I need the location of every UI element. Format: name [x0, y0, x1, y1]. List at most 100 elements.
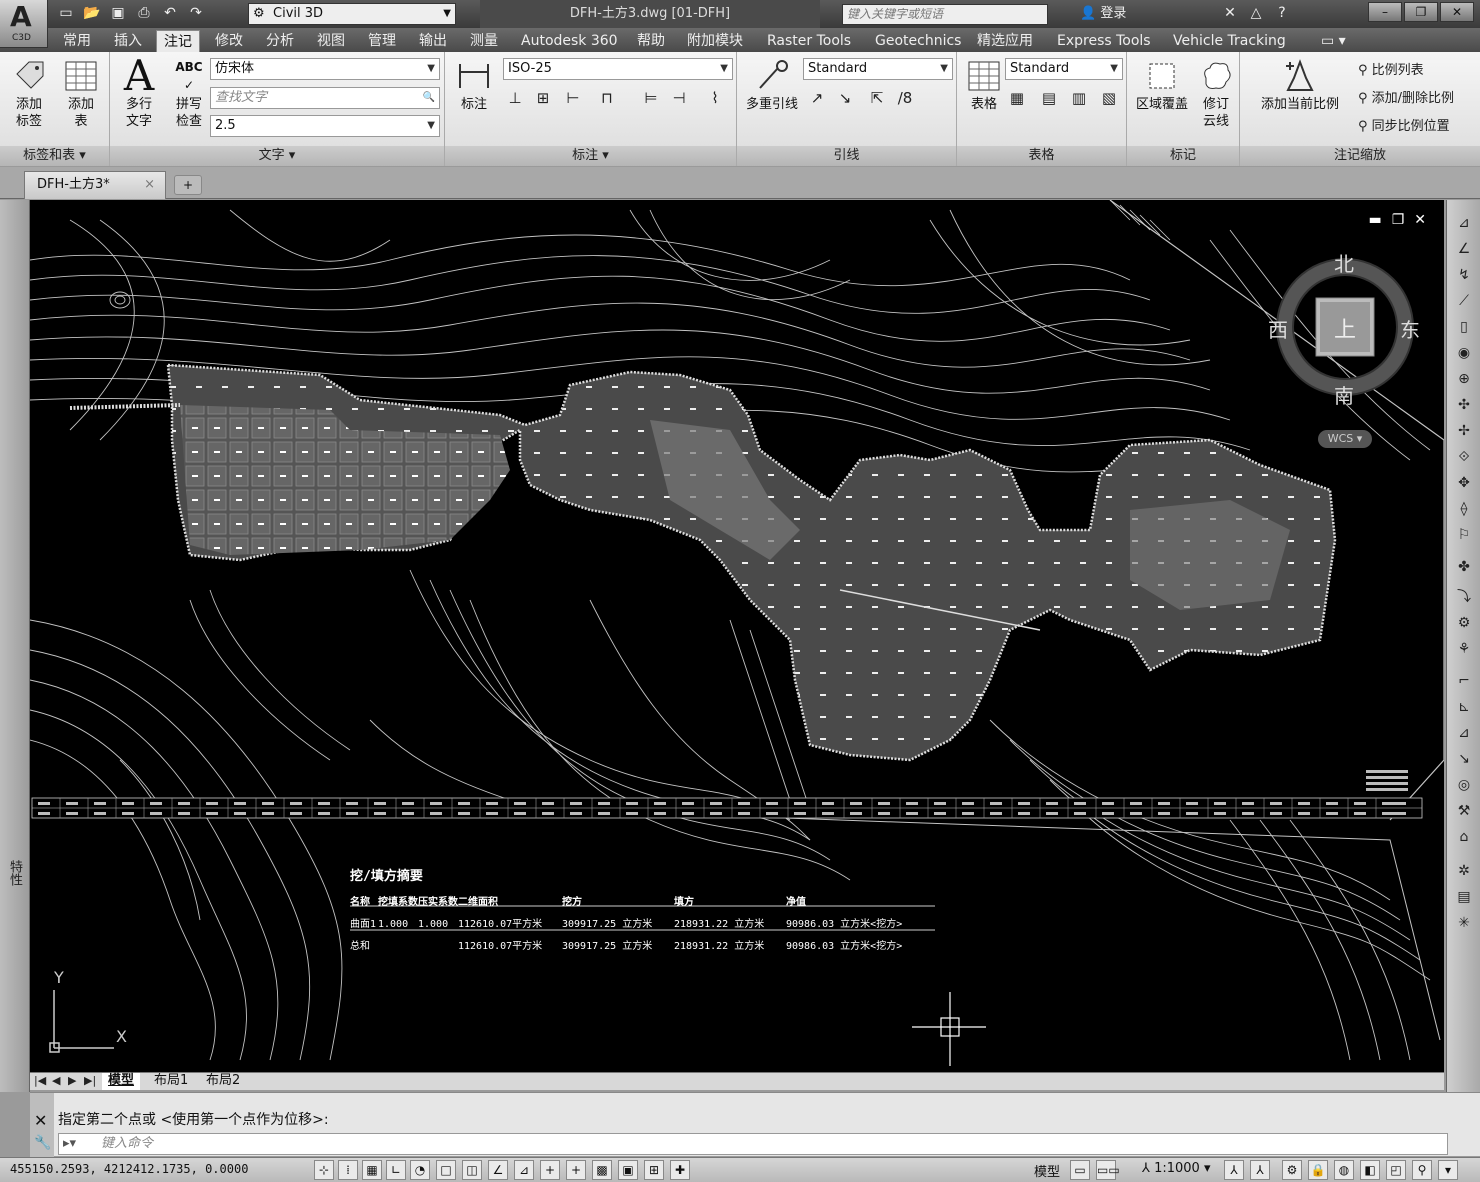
search-input[interactable]: 键入关键字或短语	[842, 4, 1048, 25]
dim-quick-icon[interactable]: ⊞	[531, 86, 555, 110]
command-input[interactable]: ▸▾ 键入命令	[58, 1133, 1448, 1155]
new-icon[interactable]: ▭	[56, 4, 76, 22]
wcs-menu[interactable]: WCS ▾	[1318, 430, 1372, 448]
add-labels-button[interactable]: 添加 标签	[6, 58, 52, 130]
selection-cycling-icon[interactable]: ⊞	[644, 1160, 664, 1180]
print-icon[interactable]: ⎙	[134, 4, 154, 22]
annotation-monitor-icon[interactable]: ✚	[670, 1160, 690, 1180]
ribbon-minimize-icon[interactable]: ▭ ▾	[1314, 30, 1353, 52]
restore-button[interactable]: ❐	[1404, 2, 1438, 22]
tool-icon-19[interactable]: ⊾	[1453, 696, 1475, 718]
new-tab-button[interactable]: +	[174, 175, 202, 195]
tool-icon-17[interactable]: ⚘	[1453, 638, 1475, 660]
panel-title-leaders[interactable]: 引线	[737, 146, 956, 166]
polar-icon[interactable]: ◔	[410, 1160, 430, 1180]
wrench-icon[interactable]: 🔧	[34, 1135, 51, 1151]
login-button[interactable]: 👤 登录	[1080, 0, 1126, 28]
layout-tab-model[interactable]: 模型	[102, 1073, 141, 1090]
add-tables-button[interactable]: 添加 表	[58, 58, 104, 130]
tool-icon-9[interactable]: ✢	[1453, 420, 1475, 442]
quick-view-icon[interactable]: ▭▭	[1096, 1160, 1120, 1180]
tool-icon-3[interactable]: ↯	[1453, 264, 1475, 286]
layout-tab-2[interactable]: 布局2	[200, 1073, 246, 1090]
dyn-icon[interactable]: +	[540, 1160, 560, 1180]
align-leader-icon[interactable]: ⇱	[865, 86, 889, 110]
download-data-icon[interactable]: ▥	[1067, 86, 1091, 110]
tool-icon-11[interactable]: ✥	[1453, 472, 1475, 494]
save-icon[interactable]: ▣	[108, 4, 128, 22]
file-tab[interactable]: DFH-土方3* ×	[24, 171, 166, 199]
extract-data-icon[interactable]: ▤	[1037, 86, 1061, 110]
collect-leader-icon[interactable]: /8	[893, 86, 917, 110]
coordinate-readout[interactable]: 455150.2593, 4212412.1735, 0.0000	[10, 1162, 248, 1176]
tab-manage[interactable]: 管理	[361, 30, 403, 52]
remove-leader-icon[interactable]: ↘	[833, 86, 857, 110]
3d-osnap-icon[interactable]: ◫	[462, 1160, 482, 1180]
command-prompt-icon[interactable]: ▸▾	[63, 1134, 76, 1154]
tool-icon-21[interactable]: ↘	[1453, 748, 1475, 770]
tab-home[interactable]: 常用	[56, 30, 98, 52]
panel-title-labels-tables[interactable]: 标签和表 ▾	[0, 146, 109, 166]
application-menu-button[interactable]: A C3D	[0, 0, 48, 48]
revcloud-button[interactable]: 修订 云线	[1193, 58, 1239, 130]
prev-layout-icon[interactable]: ◀	[52, 1073, 60, 1089]
properties-palette-strip[interactable]: 特性	[0, 200, 30, 1092]
workspace-select[interactable]: ⚙ Civil 3D ▼	[248, 3, 456, 25]
table-style-select[interactable]: Standard ▼	[1005, 58, 1123, 80]
tool-icon-25[interactable]: ✲	[1453, 860, 1475, 882]
dim-inspect-icon[interactable]: ⊣	[667, 86, 691, 110]
viewcube-west[interactable]: 西	[1268, 314, 1288, 343]
tool-icon-8[interactable]: ✣	[1453, 394, 1475, 416]
tool-icon-27[interactable]: ✳	[1453, 912, 1475, 934]
table-button[interactable]: 表格	[961, 58, 1007, 113]
status-menu-icon[interactable]: ▾	[1438, 1160, 1458, 1180]
quick-props-icon[interactable]: ▣	[618, 1160, 638, 1180]
lineweight-icon[interactable]: +	[566, 1160, 586, 1180]
viewport-minimize-icon[interactable]: ▬	[1368, 212, 1381, 228]
dim-adjust-icon[interactable]: ⊨	[639, 86, 663, 110]
multiline-text-button[interactable]: A 多行 文字	[116, 55, 162, 130]
dimension-button[interactable]: 标注	[451, 58, 497, 113]
viewcube-top-face[interactable]: 上	[1334, 312, 1356, 344]
isolate-objects-icon[interactable]: ◧	[1360, 1160, 1380, 1180]
tool-icon-6[interactable]: ◉	[1453, 342, 1475, 364]
tool-icon-23[interactable]: ⚒	[1453, 800, 1475, 822]
tab-modify[interactable]: 修改	[208, 30, 250, 52]
panel-title-text[interactable]: 文字 ▾	[110, 146, 444, 166]
hardware-accel-icon[interactable]: ◍	[1334, 1160, 1354, 1180]
annotation-visibility-icon[interactable]: ⅄	[1224, 1160, 1244, 1180]
clean-screen-icon[interactable]: ◰	[1386, 1160, 1406, 1180]
dim-jog-icon[interactable]: ⌇	[703, 86, 727, 110]
tool-icon-1[interactable]: ⊿	[1453, 212, 1475, 234]
text-style-select[interactable]: 仿宋体 ▼	[210, 58, 440, 80]
transparency-icon[interactable]: ▩	[592, 1160, 612, 1180]
find-text-input[interactable]: 查找文字 🔍	[210, 87, 440, 109]
undo-icon[interactable]: ↶	[160, 4, 180, 22]
tool-icon-18[interactable]: ⌐	[1453, 670, 1475, 692]
close-icon[interactable]: ✕	[34, 1111, 47, 1130]
annotation-scale-select[interactable]: ⅄ 1:1000 ▾	[1142, 1161, 1211, 1176]
tab-view[interactable]: 视图	[310, 30, 352, 52]
tool-icon-2[interactable]: ∠	[1453, 238, 1475, 260]
snap-icon[interactable]: ⁞	[338, 1160, 358, 1180]
panel-title-tables[interactable]: 表格	[957, 146, 1126, 166]
tab-output[interactable]: 输出	[412, 30, 454, 52]
multileader-button[interactable]: 多重引线	[743, 58, 801, 113]
tool-icon-24[interactable]: ⌂	[1453, 826, 1475, 848]
tab-vehicle-tracking[interactable]: Vehicle Tracking	[1166, 30, 1293, 52]
dim-break-icon[interactable]: ⊢	[561, 86, 585, 110]
grid-icon[interactable]: ▦	[362, 1160, 382, 1180]
tab-survey[interactable]: 测量	[463, 30, 505, 52]
dim-continue-icon[interactable]: ⊓	[595, 86, 619, 110]
first-layout-icon[interactable]: |◀	[34, 1073, 46, 1089]
tool-icon-15[interactable]: ⤵	[1453, 586, 1475, 608]
viewcube-east[interactable]: 东	[1400, 314, 1420, 343]
tool-icon-16[interactable]: ⚙	[1453, 612, 1475, 634]
command-grip[interactable]: ✕ 🔧	[30, 1093, 54, 1157]
tab-analyze[interactable]: 分析	[259, 30, 301, 52]
tool-icon-22[interactable]: ◎	[1453, 774, 1475, 796]
viewport-close-icon[interactable]: ✕	[1414, 212, 1426, 228]
layout-icon[interactable]: ▭	[1070, 1160, 1090, 1180]
open-icon[interactable]: 📂	[82, 4, 102, 22]
panel-title-dimensions[interactable]: 标注 ▾	[445, 146, 736, 166]
